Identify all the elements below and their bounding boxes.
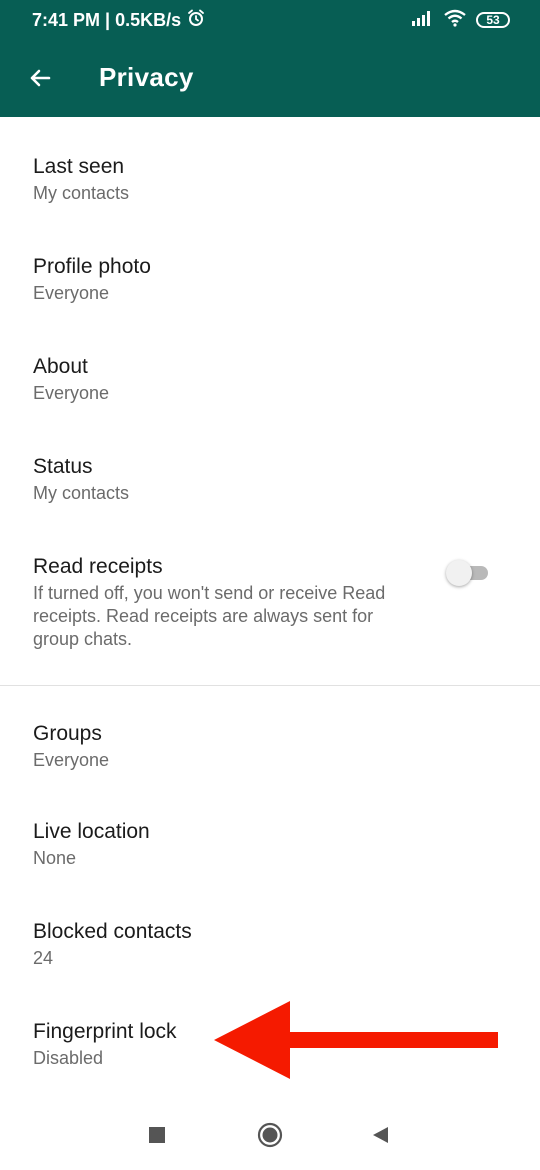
read-receipts-toggle[interactable]: [446, 560, 492, 586]
setting-live-location[interactable]: Live location None: [33, 818, 520, 870]
section-divider: [0, 685, 540, 686]
setting-status[interactable]: Status My contacts: [33, 453, 520, 505]
setting-value: 24: [33, 948, 54, 968]
battery-level: 53: [486, 13, 500, 27]
battery-icon: 53: [476, 12, 510, 28]
setting-title: Last seen: [33, 155, 125, 178]
app-bar: Privacy: [0, 40, 540, 117]
setting-title: Blocked contacts: [33, 920, 192, 943]
setting-last-seen[interactable]: Last seen My contacts: [33, 153, 520, 205]
signal-icon: [412, 10, 434, 31]
setting-title: Groups: [33, 722, 102, 745]
arrow-left-icon: [28, 66, 52, 95]
setting-value: None: [33, 848, 77, 868]
setting-value: Everyone: [33, 383, 110, 403]
setting-blocked-contacts[interactable]: Blocked contacts 24: [33, 918, 520, 970]
setting-title: About: [33, 355, 88, 378]
status-bar-right: 53: [412, 9, 510, 32]
status-bar: 7:41 PM | 0.5KB/s 53: [0, 0, 540, 40]
toggle-thumb: [446, 560, 472, 586]
page-title: Privacy: [99, 62, 194, 92]
setting-groups[interactable]: Groups Everyone: [33, 720, 520, 772]
setting-description: If turned off, you won't send or receive…: [33, 583, 386, 649]
setting-value: My contacts: [33, 483, 130, 503]
square-icon: [149, 1126, 165, 1148]
status-time-speed: 7:41 PM | 0.5KB/s: [32, 9, 182, 30]
setting-title: Profile photo: [33, 255, 151, 278]
wifi-icon: [444, 9, 466, 32]
setting-profile-photo[interactable]: Profile photo Everyone: [33, 253, 520, 305]
nav-home-button[interactable]: [255, 1122, 285, 1152]
setting-title: Status: [33, 455, 93, 478]
status-bar-left: 7:41 PM | 0.5KB/s: [32, 9, 205, 32]
circle-icon: [257, 1122, 283, 1153]
nav-recents-button[interactable]: [142, 1122, 172, 1152]
system-nav-bar: [0, 1105, 540, 1170]
back-button[interactable]: [20, 60, 60, 100]
annotation-arrow-icon: [214, 1001, 500, 1084]
setting-about[interactable]: About Everyone: [33, 353, 520, 405]
setting-value: Everyone: [33, 283, 110, 303]
setting-value: My contacts: [33, 183, 130, 203]
alarm-icon: [187, 9, 205, 32]
setting-value: Everyone: [33, 750, 110, 770]
triangle-back-icon: [371, 1126, 389, 1149]
setting-title: Live location: [33, 820, 150, 843]
nav-back-button[interactable]: [365, 1122, 395, 1152]
